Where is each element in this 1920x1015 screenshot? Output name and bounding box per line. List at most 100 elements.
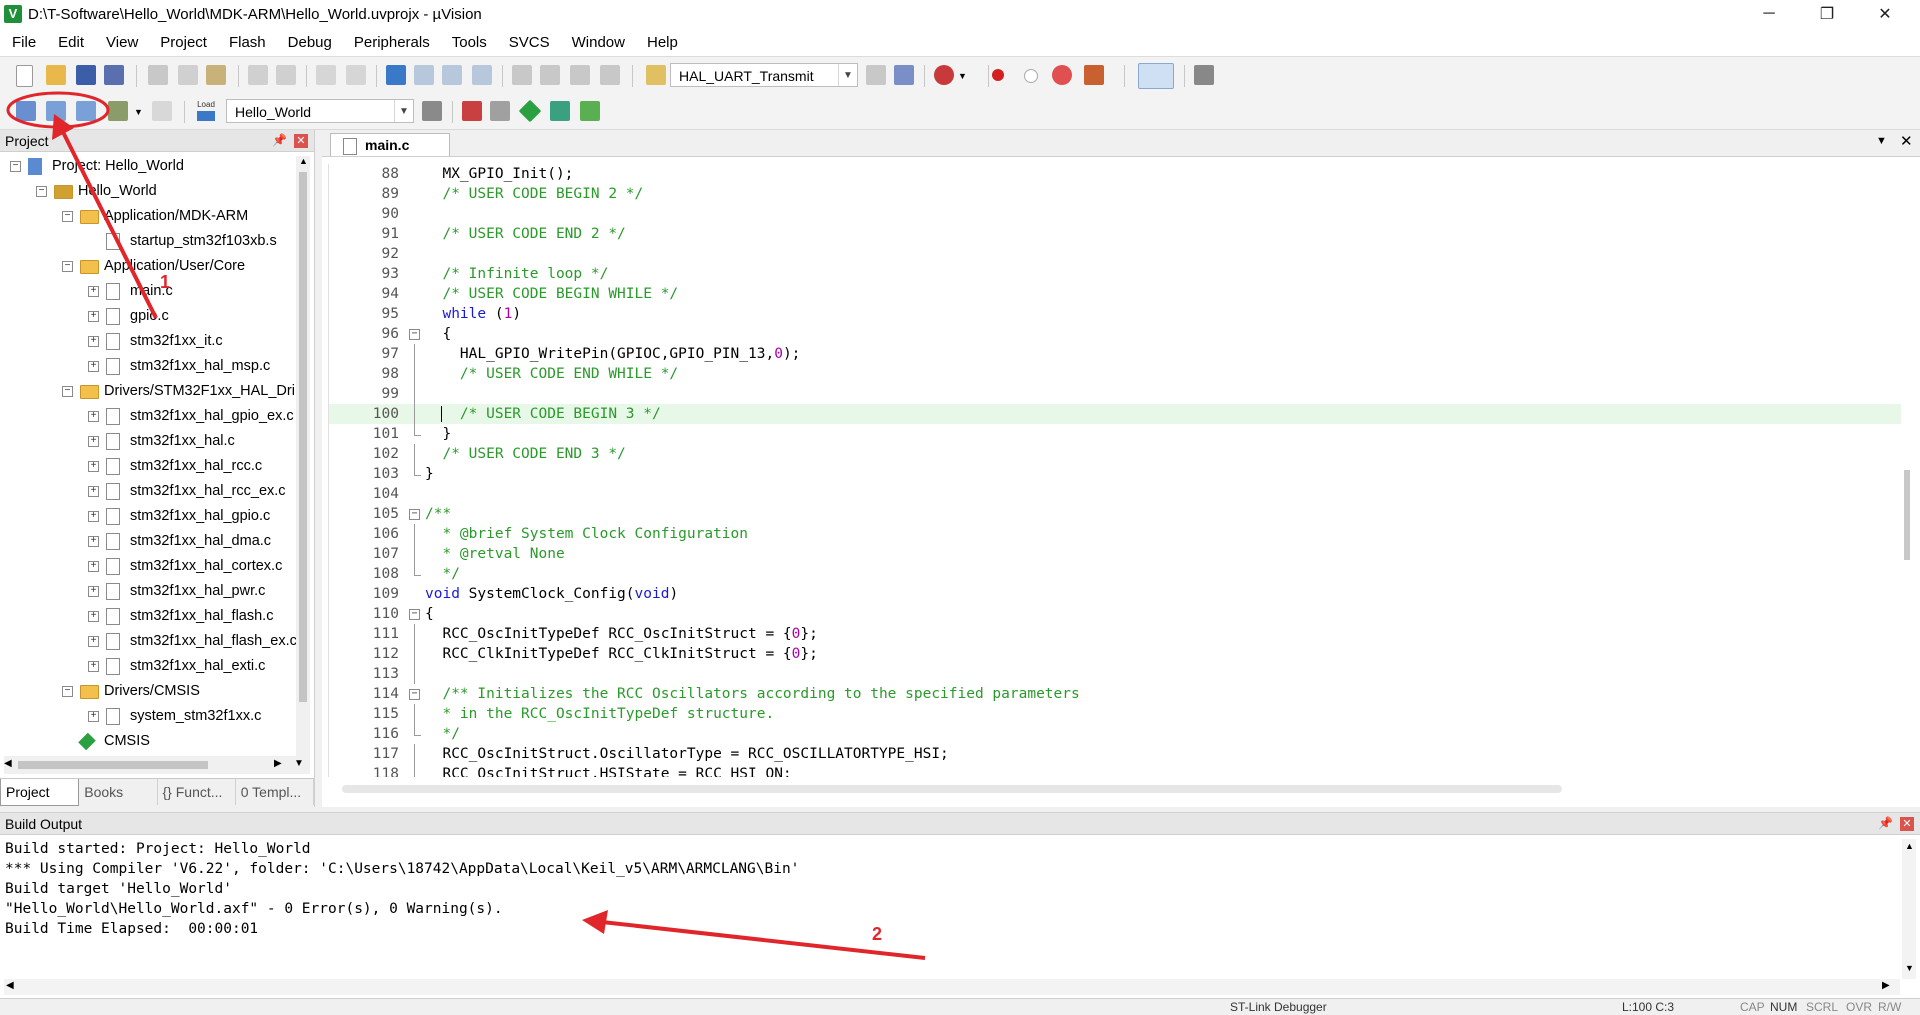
function-combo[interactable]: HAL_UART_Transmit ▼ (670, 63, 858, 87)
redo-icon[interactable] (276, 65, 296, 85)
tree-item[interactable]: + main.c (0, 279, 296, 304)
tree-item[interactable]: + stm32f1xx_hal_flash_ex.c (0, 629, 296, 654)
code-area[interactable]: 88 MX_GPIO_Init(); 89 /* USER CODE BEGIN … (328, 164, 1901, 777)
target-combo[interactable]: Hello_World ▼ (226, 99, 414, 123)
tree-item[interactable]: − Drivers/STM32F1xx_HAL_Dri (0, 379, 296, 404)
paste-icon[interactable] (206, 65, 226, 85)
cut-icon[interactable] (148, 65, 168, 85)
code-line[interactable]: 116 */ (329, 724, 1901, 744)
new-file-icon[interactable] (16, 65, 33, 87)
collapse-icon[interactable]: − (62, 386, 73, 397)
unindent-icon[interactable] (540, 65, 560, 85)
debug-session-icon[interactable] (934, 65, 954, 85)
collapse-icon[interactable]: − (62, 261, 73, 272)
save-icon[interactable] (76, 65, 96, 85)
chevron-down-icon[interactable]: ▼ (134, 107, 143, 117)
tree-item[interactable]: − Hello_World (0, 179, 296, 204)
code-line[interactable]: 104 (329, 484, 1901, 504)
undo-icon[interactable] (248, 65, 268, 85)
code-line[interactable]: 114− /** Initializes the RCC Oscillators… (329, 684, 1901, 704)
components-icon[interactable] (580, 101, 600, 121)
code-line[interactable]: 96− { (329, 324, 1901, 344)
bottom-tab[interactable]: 0 Templ... (236, 779, 314, 805)
bottom-tab[interactable]: Books (79, 779, 158, 805)
close-editor-icon[interactable]: ✕ (1900, 132, 1913, 150)
fold-collapse-icon[interactable]: − (409, 324, 420, 344)
tree-item[interactable]: + stm32f1xx_hal_exti.c (0, 654, 296, 679)
fold-collapse-icon[interactable]: − (409, 604, 420, 624)
tree-item[interactable]: + stm32f1xx_hal_pwr.c (0, 579, 296, 604)
tab-list-chevron-icon[interactable]: ▼ (1876, 135, 1887, 147)
code-line[interactable]: 100 /* USER CODE BEGIN 3 */ (329, 404, 1901, 424)
minimize-button[interactable]: ─ (1740, 0, 1798, 28)
collapse-icon[interactable]: − (36, 186, 47, 197)
code-line[interactable]: 113 (329, 664, 1901, 684)
next-bookmark-icon[interactable] (442, 65, 462, 85)
code-line[interactable]: 112 RCC_ClkInitTypeDef RCC_ClkInitStruct… (329, 644, 1901, 664)
code-line[interactable]: 102 /* USER CODE END 3 */ (329, 444, 1901, 464)
expand-icon[interactable]: + (88, 661, 99, 672)
menu-tools[interactable]: Tools (440, 34, 497, 51)
rebuild-icon[interactable] (76, 101, 96, 121)
expand-icon[interactable]: + (88, 361, 99, 372)
build-icon[interactable] (46, 101, 66, 121)
code-line[interactable]: 91 /* USER CODE END 2 */ (329, 224, 1901, 244)
tree-item[interactable]: startup_stm32f103xb.s (0, 229, 296, 254)
open-file-icon[interactable] (46, 65, 66, 85)
collapse-icon[interactable]: − (62, 211, 73, 222)
save-all-icon[interactable] (104, 65, 124, 85)
find-in-files-icon[interactable] (646, 65, 666, 85)
window-layout-icon[interactable] (1138, 63, 1174, 89)
copy-icon[interactable] (178, 65, 198, 85)
restore-button[interactable]: ❐ (1798, 0, 1856, 28)
tree-item[interactable]: − Drivers/CMSIS (0, 679, 296, 704)
manage-project-icon[interactable] (462, 101, 482, 121)
code-line[interactable]: 107 * @retval None (329, 544, 1901, 564)
editor-hscrollbar[interactable] (342, 785, 1562, 793)
close-panel-button[interactable]: ✕ (294, 134, 308, 148)
tree-item[interactable]: + stm32f1xx_hal_flash.c (0, 604, 296, 629)
tree-item[interactable]: + stm32f1xx_hal_msp.c (0, 354, 296, 379)
code-line[interactable]: 101 } (329, 424, 1901, 444)
menu-peripherals[interactable]: Peripherals (342, 34, 440, 51)
code-line[interactable]: 111 RCC_OscInitTypeDef RCC_OscInitStruct… (329, 624, 1901, 644)
fold-collapse-icon[interactable]: − (409, 684, 420, 704)
clear-bookmarks-icon[interactable] (472, 65, 492, 85)
collapse-icon[interactable]: − (10, 161, 21, 172)
batch-build-icon[interactable] (108, 101, 128, 121)
code-line[interactable]: 118 RCC_OscInitStruct.HSIState = RCC_HSI… (329, 764, 1901, 777)
tree-item[interactable]: − Application/MDK-ARM (0, 204, 296, 229)
tree-item[interactable]: + stm32f1xx_hal_dma.c (0, 529, 296, 554)
settings-wrench-icon[interactable] (1194, 65, 1214, 85)
menu-debug[interactable]: Debug (276, 34, 342, 51)
build-vscrollbar[interactable]: ▲ ▼ (1902, 839, 1916, 979)
chevron-down-icon[interactable]: ▼ (958, 71, 967, 81)
menu-view[interactable]: View (94, 34, 148, 51)
collapse-icon[interactable]: − (62, 686, 73, 697)
target-options-icon[interactable] (422, 101, 442, 121)
expand-icon[interactable]: + (88, 561, 99, 572)
nav-back-icon[interactable] (316, 65, 336, 85)
tree-vscrollbar[interactable]: ▲ (296, 156, 310, 756)
tree-item[interactable]: CMSIS (0, 729, 296, 754)
fold-collapse-icon[interactable]: − (409, 504, 420, 524)
expand-icon[interactable]: + (88, 586, 99, 597)
expand-icon[interactable]: + (88, 611, 99, 622)
code-line[interactable]: 89 /* USER CODE BEGIN 2 */ (329, 184, 1901, 204)
menu-window[interactable]: Window (560, 34, 635, 51)
code-line[interactable]: 115 * in the RCC_OscInitTypeDef structur… (329, 704, 1901, 724)
tree-item[interactable]: + stm32f1xx_hal_gpio.c (0, 504, 296, 529)
nav-forward-icon[interactable] (346, 65, 366, 85)
pin-icon[interactable]: 📌 (1878, 816, 1893, 830)
bookmark-icon[interactable] (386, 65, 406, 85)
event-recorder-icon[interactable] (1084, 65, 1104, 85)
stop-build-icon[interactable] (152, 101, 172, 121)
menu-file[interactable]: File (0, 34, 46, 51)
tree-item[interactable]: + stm32f1xx_it.c (0, 329, 296, 354)
tab-main-c[interactable]: main.c (330, 133, 450, 156)
expand-icon[interactable]: + (88, 711, 99, 722)
editor-vscrollbar[interactable] (1904, 470, 1910, 560)
disable-breakpoint-icon[interactable] (1024, 69, 1038, 83)
code-line[interactable]: 103} (329, 464, 1901, 484)
menu-flash[interactable]: Flash (217, 34, 276, 51)
